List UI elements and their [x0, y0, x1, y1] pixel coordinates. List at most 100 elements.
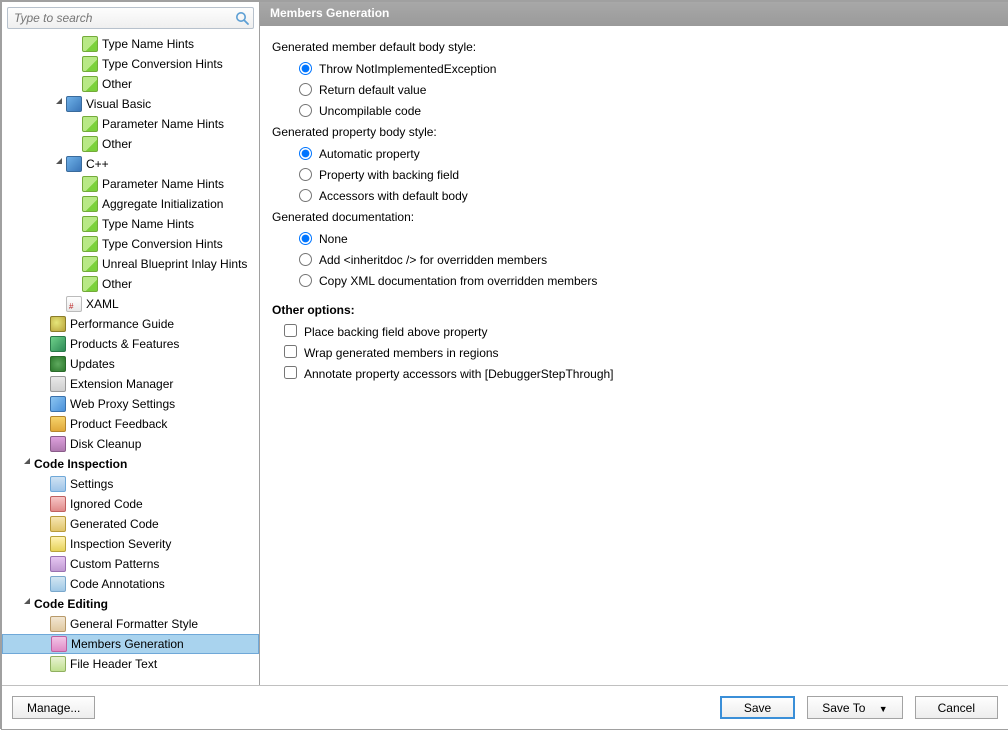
- gen-icon: [50, 516, 66, 532]
- radio-option[interactable]: None: [294, 228, 996, 249]
- tree-item-label: Generated Code: [70, 514, 159, 534]
- save-to-button[interactable]: Save To ▼: [807, 696, 902, 719]
- tree-item[interactable]: Other: [2, 134, 259, 154]
- sev-icon: [50, 536, 66, 552]
- radio-option[interactable]: Copy XML documentation from overridden m…: [294, 270, 996, 291]
- radio-label: Property with backing field: [319, 168, 459, 182]
- tree-item[interactable]: Updates: [2, 354, 259, 374]
- search-input[interactable]: [7, 7, 254, 29]
- radio-input[interactable]: [299, 147, 312, 160]
- hint-icon: [82, 236, 98, 252]
- tree-item[interactable]: Inspection Severity: [2, 534, 259, 554]
- tree-item[interactable]: Code Annotations: [2, 574, 259, 594]
- tree-item[interactable]: Web Proxy Settings: [2, 394, 259, 414]
- tree-item-label: Aggregate Initialization: [102, 194, 223, 214]
- radio-option[interactable]: Throw NotImplementedException: [294, 58, 996, 79]
- tree-item[interactable]: Disk Cleanup: [2, 434, 259, 454]
- search-icon: [234, 10, 250, 26]
- radio-label: Uncompilable code: [319, 104, 421, 118]
- tree-item[interactable]: Unreal Blueprint Inlay Hints: [2, 254, 259, 274]
- tree-item[interactable]: Other: [2, 274, 259, 294]
- tree-item[interactable]: Code Editing: [2, 594, 259, 614]
- radio-option[interactable]: Uncompilable code: [294, 100, 996, 121]
- checkbox-input[interactable]: [284, 345, 297, 358]
- hint-icon: [82, 76, 98, 92]
- chevron-down-icon: ▼: [879, 704, 888, 714]
- expander-icon[interactable]: [22, 594, 32, 614]
- tree-item-label: Settings: [70, 474, 113, 494]
- group-label: Generated property body style:: [272, 125, 996, 139]
- tree-item[interactable]: Other: [2, 74, 259, 94]
- radio-input[interactable]: [299, 62, 312, 75]
- tree-item[interactable]: Aggregate Initialization: [2, 194, 259, 214]
- manage-button[interactable]: Manage...: [12, 696, 95, 719]
- radio-input[interactable]: [299, 189, 312, 202]
- checkbox-option[interactable]: Annotate property accessors with [Debugg…: [280, 363, 996, 384]
- tree-item[interactable]: Members Generation: [2, 634, 259, 654]
- expander-icon[interactable]: [54, 94, 64, 114]
- tree-item[interactable]: Extension Manager: [2, 374, 259, 394]
- expander-icon[interactable]: [54, 154, 64, 174]
- expander-icon[interactable]: [22, 454, 32, 474]
- checkbox-option[interactable]: Place backing field above property: [280, 321, 996, 342]
- tree-item[interactable]: Type Name Hints: [2, 34, 259, 54]
- tree-item[interactable]: Type Conversion Hints: [2, 234, 259, 254]
- checkbox-input[interactable]: [284, 324, 297, 337]
- tree-item[interactable]: Type Conversion Hints: [2, 54, 259, 74]
- tree-item-label: Other: [102, 274, 132, 294]
- perf-icon: [50, 316, 66, 332]
- tree-item[interactable]: Parameter Name Hints: [2, 174, 259, 194]
- checkbox-input[interactable]: [284, 366, 297, 379]
- tree-item[interactable]: Ignored Code: [2, 494, 259, 514]
- tree-item[interactable]: XAML: [2, 294, 259, 314]
- radio-option[interactable]: Return default value: [294, 79, 996, 100]
- ann-icon: [50, 576, 66, 592]
- tree-item-label: Performance Guide: [70, 314, 174, 334]
- radio-input[interactable]: [299, 168, 312, 181]
- radio-option[interactable]: Add <inheritdoc /> for overridden member…: [294, 249, 996, 270]
- tree-item[interactable]: C++: [2, 154, 259, 174]
- tree[interactable]: Type Name HintsType Conversion HintsOthe…: [2, 34, 259, 685]
- tree-item[interactable]: Generated Code: [2, 514, 259, 534]
- tree-item-label: Members Generation: [71, 635, 184, 653]
- tree-item[interactable]: Product Feedback: [2, 414, 259, 434]
- radio-label: Throw NotImplementedException: [319, 62, 496, 76]
- tree-item[interactable]: Visual Basic: [2, 94, 259, 114]
- hint-icon: [82, 176, 98, 192]
- web-icon: [50, 396, 66, 412]
- tree-item[interactable]: Custom Patterns: [2, 554, 259, 574]
- save-button[interactable]: Save: [720, 696, 795, 719]
- tree-item-label: Inspection Severity: [70, 534, 171, 554]
- radio-input[interactable]: [299, 104, 312, 117]
- tree-item[interactable]: Parameter Name Hints: [2, 114, 259, 134]
- tree-item[interactable]: Performance Guide: [2, 314, 259, 334]
- radio-input[interactable]: [299, 253, 312, 266]
- mem-icon: [51, 636, 67, 652]
- radio-label: Return default value: [319, 83, 426, 97]
- radio-option[interactable]: Accessors with default body: [294, 185, 996, 206]
- tree-item-label: Code Inspection: [34, 454, 127, 474]
- tree-item-label: Ignored Code: [70, 494, 143, 514]
- tree-item-label: Other: [102, 74, 132, 94]
- checkbox-label: Annotate property accessors with [Debugg…: [304, 367, 614, 381]
- pat-icon: [50, 556, 66, 572]
- hint-icon: [82, 36, 98, 52]
- tree-item[interactable]: File Header Text: [2, 654, 259, 674]
- radio-option[interactable]: Automatic property: [294, 143, 996, 164]
- tree-item[interactable]: Settings: [2, 474, 259, 494]
- tree-item-label: Disk Cleanup: [70, 434, 141, 454]
- cancel-button[interactable]: Cancel: [915, 696, 998, 719]
- checkbox-option[interactable]: Wrap generated members in regions: [280, 342, 996, 363]
- tree-item[interactable]: General Formatter Style: [2, 614, 259, 634]
- radio-input[interactable]: [299, 232, 312, 245]
- tree-item[interactable]: Products & Features: [2, 334, 259, 354]
- group-label: Generated member default body style:: [272, 40, 996, 54]
- tree-item-label: Unreal Blueprint Inlay Hints: [102, 254, 247, 274]
- tree-item[interactable]: Code Inspection: [2, 454, 259, 474]
- radio-input[interactable]: [299, 274, 312, 287]
- tree-item[interactable]: Type Name Hints: [2, 214, 259, 234]
- radio-input[interactable]: [299, 83, 312, 96]
- radio-option[interactable]: Property with backing field: [294, 164, 996, 185]
- mail-icon: [50, 416, 66, 432]
- radio-label: Add <inheritdoc /> for overridden member…: [319, 253, 547, 267]
